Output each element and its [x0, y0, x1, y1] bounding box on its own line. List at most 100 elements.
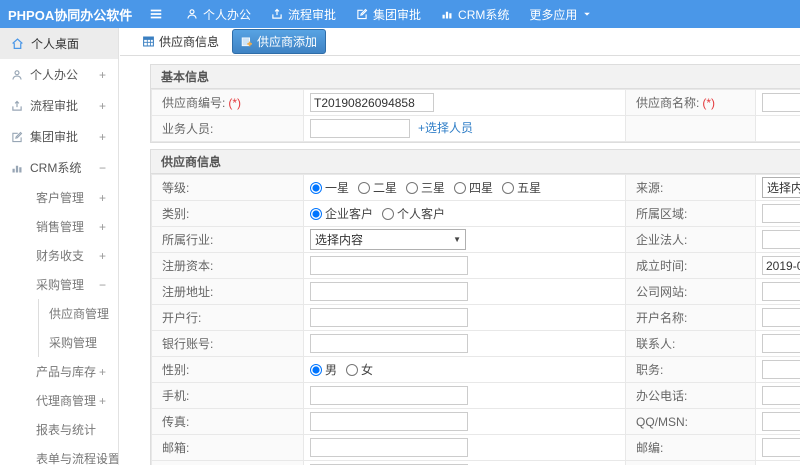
registered-capital-input[interactable]: [310, 256, 468, 275]
registered-address-input[interactable]: [310, 282, 468, 301]
gender-radio-2[interactable]: [346, 364, 359, 376]
category-option-1[interactable]: 企业客户: [310, 207, 373, 221]
job-title-input[interactable]: [762, 360, 800, 379]
caret-down-icon: [582, 9, 592, 19]
level-radio-5[interactable]: [502, 182, 515, 194]
nav-item-crm-system[interactable]: CRM系统: [431, 0, 519, 28]
supplier-name-input[interactable]: [762, 93, 800, 112]
supplier-name-label: 供应商名称: (*): [625, 89, 756, 116]
mobile-label: 手机:: [151, 382, 304, 409]
sidebar-item-finance-inout[interactable]: 财务收支 +: [0, 241, 118, 270]
bank-account-field-cell: [303, 330, 626, 357]
level-option-3[interactable]: 三星: [406, 181, 445, 195]
sidebar-item-personal-office[interactable]: 个人办公 +: [0, 59, 118, 90]
table-icon: [142, 35, 155, 48]
sidebar-item-form-flow-settings[interactable]: 表单与流程设置 +: [0, 444, 118, 465]
sidebar-item-report-stats[interactable]: 报表与统计: [0, 415, 118, 444]
edit-icon: [11, 131, 23, 143]
level-option-4[interactable]: 四星: [454, 181, 493, 195]
nav-item-label: 流程审批: [288, 7, 337, 22]
sidebar-item-agent-mgmt[interactable]: 代理商管理 +: [0, 386, 118, 415]
sidebar-item-personal-desktop[interactable]: 个人桌面: [0, 28, 118, 59]
category-label: 类别:: [151, 200, 304, 227]
required-marker: (*): [228, 96, 242, 110]
company-website-label: 公司网站:: [625, 278, 756, 305]
source-select[interactable]: 选择内容▼: [762, 177, 800, 198]
office-phone-input[interactable]: [762, 386, 800, 405]
tab-supplier-info[interactable]: 供应商信息: [137, 30, 224, 53]
nav-item-more-apps[interactable]: 更多应用: [519, 0, 602, 28]
gender-radio-1[interactable]: [310, 364, 322, 376]
sidebar-item-group-approval[interactable]: 集团审批 +: [0, 121, 118, 152]
region-input[interactable]: [762, 204, 800, 223]
sidebar-item-purchase-mgmt[interactable]: 采购管理 −: [0, 270, 118, 299]
nav-item-workflow-approval[interactable]: 流程审批: [261, 0, 346, 28]
sidebar-item-supplier-mgmt[interactable]: 供应商管理: [39, 299, 118, 328]
account-name-input[interactable]: [762, 308, 800, 327]
business-person-input[interactable]: [310, 119, 410, 139]
mobile-field-cell: [303, 382, 626, 409]
collapse-minus-icon: −: [98, 277, 106, 292]
legal-person-input[interactable]: [762, 230, 800, 249]
nav-item-group-approval[interactable]: 集团审批: [346, 0, 431, 28]
form-row: 地址:: [151, 460, 800, 465]
postcode-label: 邮编:: [625, 434, 756, 461]
company-website-input[interactable]: [762, 282, 800, 301]
business-person-picker-link[interactable]: +选择人员: [418, 121, 473, 135]
fax-label: 传真:: [151, 408, 304, 435]
sidebar-item-sales-mgmt[interactable]: 销售管理 +: [0, 212, 118, 241]
empty-cell: [625, 460, 756, 465]
sidebar-submenu: 客户管理 + 销售管理 + 财务收支 + 采购管理 − 供应商管理 采购管理 产品与库存 + 代理商管理…: [0, 183, 118, 465]
fax-input[interactable]: [310, 412, 468, 431]
chart-icon: [441, 8, 453, 20]
qq-msn-input[interactable]: [762, 412, 800, 431]
form-section-supplier-detail: 供应商信息等级:一星二星三星四星五星来源:选择内容▼类别:企业客户个人客户所属区…: [150, 149, 800, 465]
level-label: 等级:: [151, 174, 304, 201]
category-radio-2[interactable]: [382, 208, 395, 220]
menu-toggle-button[interactable]: [142, 0, 170, 28]
sidebar-item-workflow-approval[interactable]: 流程审批 +: [0, 90, 118, 121]
email-input[interactable]: [310, 438, 468, 457]
sidebar-item-crm-system[interactable]: CRM系统 −: [0, 152, 118, 183]
founded-date-input[interactable]: [762, 256, 800, 275]
bank-branch-input[interactable]: [310, 308, 468, 327]
level-option-2[interactable]: 二星: [358, 181, 397, 195]
category-radio-1[interactable]: [310, 208, 322, 220]
category-field-cell: 企业客户 个人客户: [303, 200, 626, 227]
account-name-field-cell: [755, 304, 800, 331]
form-row: 业务人员: +选择人员: [151, 115, 800, 142]
level-radio-4[interactable]: [454, 182, 467, 194]
sidebar-item-label: 采购管理: [36, 278, 85, 292]
nav-item-personal-office[interactable]: 个人办公: [176, 0, 261, 28]
postcode-input[interactable]: [762, 438, 800, 457]
level-radio-3[interactable]: [406, 182, 419, 194]
sidebar-item-procurement-mgmt[interactable]: 采购管理: [39, 328, 118, 357]
bank-account-input[interactable]: [310, 334, 468, 353]
category-option-2[interactable]: 个人客户: [382, 207, 445, 221]
supplier-code-field-cell: [303, 89, 626, 116]
level-radio-2[interactable]: [358, 182, 371, 194]
sidebar-item-product-stock[interactable]: 产品与库存 +: [0, 357, 118, 386]
level-option-1[interactable]: 一星: [310, 181, 349, 195]
industry-select[interactable]: 选择内容 ▼: [310, 229, 466, 250]
level-option-5[interactable]: 五星: [502, 181, 541, 195]
nav-item-label: 更多应用: [529, 7, 578, 22]
sidebar-item-label: 集团审批: [30, 130, 79, 144]
bank-branch-label: 开户行:: [151, 304, 304, 331]
edit-icon: [356, 8, 368, 20]
sidebar-item-label: 销售管理: [36, 220, 85, 234]
nav-item-label: 个人办公: [203, 7, 252, 22]
tab-supplier-add[interactable]: 供应商添加: [232, 29, 327, 54]
sidebar-item-label: 流程审批: [30, 99, 79, 113]
level-radio-1[interactable]: [310, 182, 322, 194]
sidebar-item-customer-mgmt[interactable]: 客户管理 +: [0, 183, 118, 212]
gender-option-2[interactable]: 女: [346, 363, 373, 377]
mobile-input[interactable]: [310, 386, 468, 405]
source-label: 来源:: [625, 174, 756, 201]
bank-branch-field-cell: [303, 304, 626, 331]
level-field-cell: 一星 二星 三星 四星 五星: [303, 174, 626, 201]
section-title: 基本信息: [151, 65, 800, 89]
supplier-code-input[interactable]: [310, 93, 434, 112]
gender-option-1[interactable]: 男: [310, 363, 337, 377]
contact-person-input[interactable]: [762, 334, 800, 353]
